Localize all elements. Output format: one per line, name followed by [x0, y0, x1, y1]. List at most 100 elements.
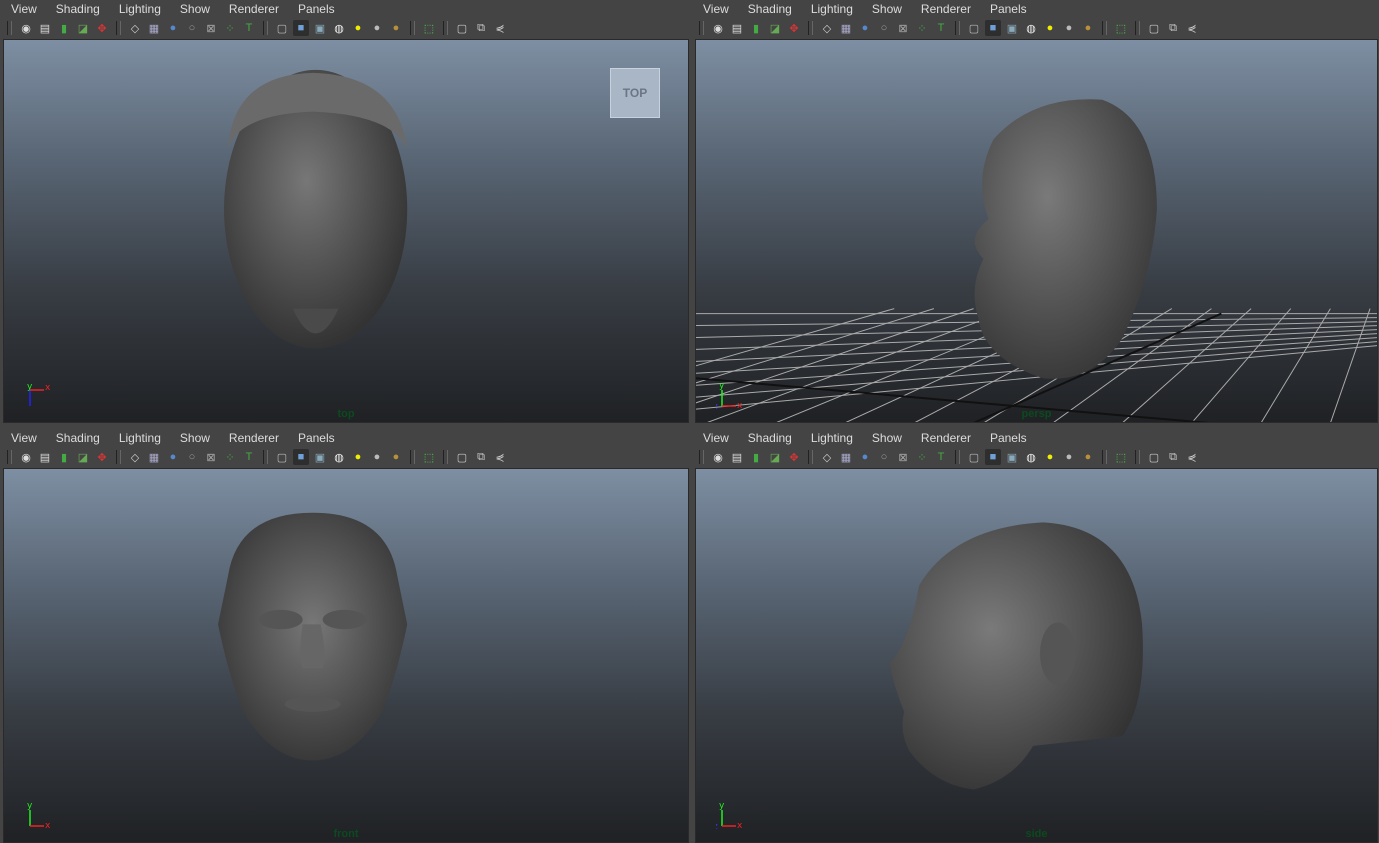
xray-joints-icon[interactable]: ⧉: [473, 20, 489, 36]
camera-attributes-icon[interactable]: ▤: [37, 20, 53, 36]
wireframe-on-shaded-icon[interactable]: ▣: [312, 449, 328, 465]
2d-pan-zoom-icon[interactable]: ✥: [786, 20, 802, 36]
smooth-shade-icon[interactable]: ■: [293, 20, 309, 36]
xray-icon[interactable]: ▢: [454, 449, 470, 465]
xray-joints-icon[interactable]: ⧉: [1165, 20, 1181, 36]
use-all-lights-icon[interactable]: ●: [350, 20, 366, 36]
safe-title-icon[interactable]: T: [933, 449, 949, 465]
menu-view[interactable]: View: [11, 431, 37, 445]
safe-action-icon[interactable]: ⁘: [222, 20, 238, 36]
menu-renderer[interactable]: Renderer: [229, 2, 279, 16]
camera-select-icon[interactable]: ◉: [710, 20, 726, 36]
xray-joints-icon[interactable]: ⧉: [1165, 449, 1181, 465]
2d-pan-zoom-icon[interactable]: ✥: [786, 449, 802, 465]
ambient-occlusion-icon[interactable]: ●: [1080, 20, 1096, 36]
menu-lighting[interactable]: Lighting: [119, 431, 161, 445]
menu-renderer[interactable]: Renderer: [229, 431, 279, 445]
bookmark-icon[interactable]: ▮: [748, 20, 764, 36]
isolate-select-icon[interactable]: ⬚: [421, 449, 437, 465]
grid-icon[interactable]: ◇: [127, 449, 143, 465]
gate-mask-icon[interactable]: ○: [184, 20, 200, 36]
menu-panels[interactable]: Panels: [990, 2, 1027, 16]
textured-icon[interactable]: ◍: [1023, 449, 1039, 465]
menu-show[interactable]: Show: [872, 2, 902, 16]
use-all-lights-icon[interactable]: ●: [1042, 449, 1058, 465]
xray-components-icon[interactable]: ⋞: [1184, 20, 1200, 36]
gate-mask-icon[interactable]: ○: [184, 449, 200, 465]
isolate-select-icon[interactable]: ⬚: [421, 20, 437, 36]
smooth-shade-icon[interactable]: ■: [985, 449, 1001, 465]
shadows-icon[interactable]: ●: [1061, 449, 1077, 465]
xray-joints-icon[interactable]: ⧉: [473, 449, 489, 465]
viewport-persp[interactable]: y x z persp: [695, 39, 1378, 423]
resolution-gate-icon[interactable]: ●: [857, 449, 873, 465]
safe-action-icon[interactable]: ⁘: [914, 20, 930, 36]
menu-view[interactable]: View: [11, 2, 37, 16]
wireframe-icon[interactable]: ▢: [274, 20, 290, 36]
textured-icon[interactable]: ◍: [331, 449, 347, 465]
xray-icon[interactable]: ▢: [1146, 20, 1162, 36]
camera-select-icon[interactable]: ◉: [18, 20, 34, 36]
image-plane-icon[interactable]: ◪: [767, 20, 783, 36]
menu-show[interactable]: Show: [872, 431, 902, 445]
gate-mask-icon[interactable]: ○: [876, 20, 892, 36]
film-gate-icon[interactable]: ▦: [838, 20, 854, 36]
menu-lighting[interactable]: Lighting: [811, 431, 853, 445]
camera-select-icon[interactable]: ◉: [18, 449, 34, 465]
ambient-occlusion-icon[interactable]: ●: [388, 20, 404, 36]
shadows-icon[interactable]: ●: [1061, 20, 1077, 36]
resolution-gate-icon[interactable]: ●: [857, 20, 873, 36]
isolate-select-icon[interactable]: ⬚: [1113, 449, 1129, 465]
xray-components-icon[interactable]: ⋞: [492, 449, 508, 465]
wireframe-on-shaded-icon[interactable]: ▣: [312, 20, 328, 36]
menu-panels[interactable]: Panels: [298, 431, 335, 445]
image-plane-icon[interactable]: ◪: [75, 449, 91, 465]
safe-title-icon[interactable]: T: [241, 449, 257, 465]
isolate-select-icon[interactable]: ⬚: [1113, 20, 1129, 36]
field-chart-icon[interactable]: ⊠: [895, 449, 911, 465]
xray-icon[interactable]: ▢: [454, 20, 470, 36]
wireframe-icon[interactable]: ▢: [274, 449, 290, 465]
menu-panels[interactable]: Panels: [298, 2, 335, 16]
menu-renderer[interactable]: Renderer: [921, 431, 971, 445]
smooth-shade-icon[interactable]: ■: [293, 449, 309, 465]
ambient-occlusion-icon[interactable]: ●: [388, 449, 404, 465]
grid-icon[interactable]: ◇: [819, 20, 835, 36]
xray-components-icon[interactable]: ⋞: [1184, 449, 1200, 465]
film-gate-icon[interactable]: ▦: [146, 449, 162, 465]
safe-action-icon[interactable]: ⁘: [914, 449, 930, 465]
grid-icon[interactable]: ◇: [127, 20, 143, 36]
ambient-occlusion-icon[interactable]: ●: [1080, 449, 1096, 465]
menu-view[interactable]: View: [703, 431, 729, 445]
field-chart-icon[interactable]: ⊠: [895, 20, 911, 36]
xray-components-icon[interactable]: ⋞: [492, 20, 508, 36]
wireframe-on-shaded-icon[interactable]: ▣: [1004, 20, 1020, 36]
menu-shading[interactable]: Shading: [748, 2, 792, 16]
safe-title-icon[interactable]: T: [933, 20, 949, 36]
safe-title-icon[interactable]: T: [241, 20, 257, 36]
xray-icon[interactable]: ▢: [1146, 449, 1162, 465]
menu-show[interactable]: Show: [180, 431, 210, 445]
film-gate-icon[interactable]: ▦: [146, 20, 162, 36]
use-all-lights-icon[interactable]: ●: [1042, 20, 1058, 36]
wireframe-icon[interactable]: ▢: [966, 20, 982, 36]
film-gate-icon[interactable]: ▦: [838, 449, 854, 465]
bookmark-icon[interactable]: ▮: [56, 20, 72, 36]
field-chart-icon[interactable]: ⊠: [203, 20, 219, 36]
resolution-gate-icon[interactable]: ●: [165, 449, 181, 465]
menu-shading[interactable]: Shading: [748, 431, 792, 445]
menu-view[interactable]: View: [703, 2, 729, 16]
menu-renderer[interactable]: Renderer: [921, 2, 971, 16]
viewport-front[interactable]: y x front: [3, 468, 689, 843]
camera-attributes-icon[interactable]: ▤: [729, 449, 745, 465]
camera-select-icon[interactable]: ◉: [710, 449, 726, 465]
grid-icon[interactable]: ◇: [819, 449, 835, 465]
smooth-shade-icon[interactable]: ■: [985, 20, 1001, 36]
gate-mask-icon[interactable]: ○: [876, 449, 892, 465]
bookmark-icon[interactable]: ▮: [748, 449, 764, 465]
menu-lighting[interactable]: Lighting: [811, 2, 853, 16]
menu-panels[interactable]: Panels: [990, 431, 1027, 445]
viewport-top[interactable]: y x top TOP: [3, 39, 689, 423]
menu-shading[interactable]: Shading: [56, 431, 100, 445]
use-all-lights-icon[interactable]: ●: [350, 449, 366, 465]
